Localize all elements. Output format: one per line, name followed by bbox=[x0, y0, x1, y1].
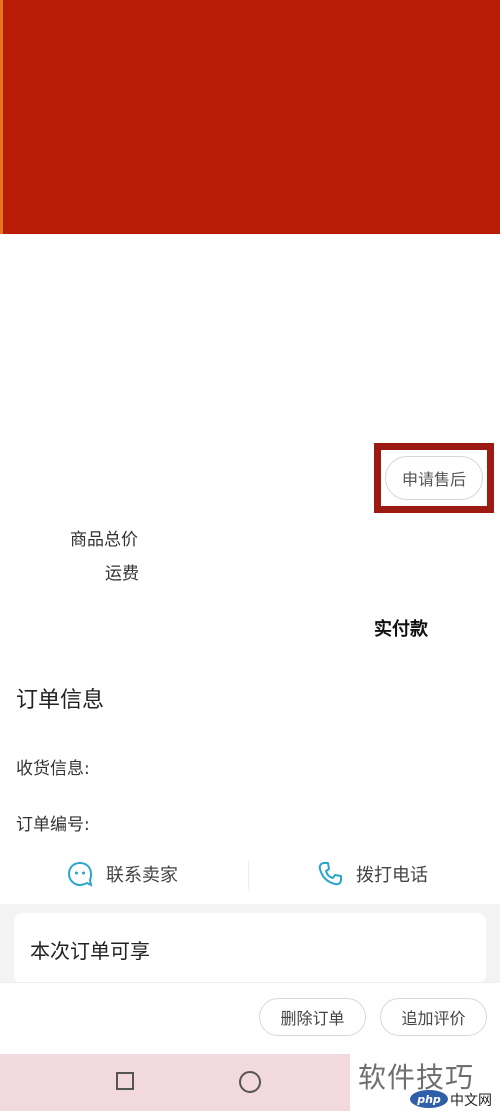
banner-edge bbox=[0, 0, 3, 234]
privileges-title: 本次订单可享 bbox=[30, 939, 150, 963]
top-banner bbox=[0, 0, 500, 234]
contact-seller-label: 联系卖家 bbox=[106, 865, 178, 886]
add-review-button[interactable]: 追加评价 bbox=[380, 998, 487, 1036]
contact-divider bbox=[248, 860, 249, 890]
smiley-chat-icon bbox=[66, 860, 94, 888]
paid-amount-label: 实付款 bbox=[374, 619, 428, 640]
order-info-title: 订单信息 bbox=[16, 688, 105, 713]
order-number-label: 订单编号: bbox=[16, 815, 90, 835]
shipping-label: 运费 bbox=[105, 564, 139, 584]
goods-total-label: 商品总价 bbox=[70, 530, 138, 550]
watermark-logo: php bbox=[410, 1090, 448, 1108]
receive-info-label: 收货信息: bbox=[16, 759, 90, 779]
nav-home-icon[interactable] bbox=[239, 1071, 261, 1093]
contact-seller-button[interactable]: 联系卖家 bbox=[66, 860, 178, 888]
nav-recent-icon[interactable] bbox=[116, 1072, 134, 1090]
call-phone-button[interactable]: 拨打电话 bbox=[316, 860, 428, 888]
call-phone-label: 拨打电话 bbox=[356, 865, 428, 886]
apply-aftersale-button[interactable]: 申请售后 bbox=[385, 456, 483, 500]
watermark-site: 中文网 bbox=[450, 1093, 492, 1109]
delete-order-button[interactable]: 删除订单 bbox=[259, 998, 366, 1036]
phone-icon bbox=[316, 860, 344, 888]
